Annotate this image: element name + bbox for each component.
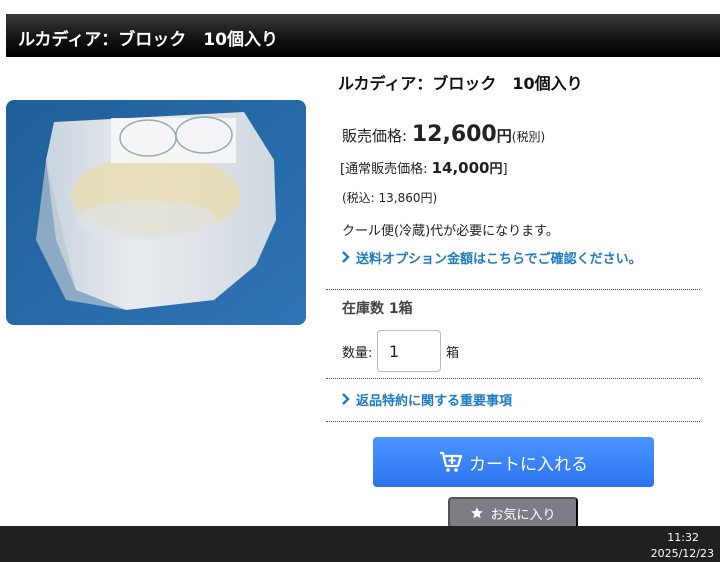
add-to-cart-button[interactable]: カートに入れる <box>373 437 654 487</box>
sale-price-label: 販売価格: <box>342 127 408 145</box>
page-title-bar: ルカディア：ブロック 10個入り <box>6 14 720 57</box>
divider <box>326 289 700 290</box>
sale-price: 販売価格: 12,600円(税別) <box>342 122 545 147</box>
sale-price-value: 12,600 <box>411 122 497 147</box>
regular-price-suffix: ] <box>502 162 508 177</box>
regular-price-value: 14,000 <box>431 159 490 177</box>
clock-time[interactable]: 11:32 <box>667 531 699 544</box>
regular-price-yen: 円 <box>489 162 503 177</box>
add-to-favorites-button[interactable]: お気に入り <box>448 497 578 529</box>
quantity-label: 数量: <box>342 346 373 361</box>
product-photo[interactable] <box>6 100 306 325</box>
return-policy-link[interactable]: 返品特約に関する重要事項 <box>340 390 512 409</box>
product-name: ルカディア：ブロック 10個入り <box>338 74 583 93</box>
add-to-cart-label: カートに入れる <box>469 454 588 474</box>
regular-price: [通常販売価格: 14,000円] <box>340 158 508 177</box>
tax-included-price: (税込: 13,860円) <box>342 191 438 205</box>
cart-plus-icon <box>440 451 463 472</box>
clock-date[interactable]: 2025/12/23 <box>651 547 714 560</box>
sale-price-tax-note: (税別) <box>511 130 546 144</box>
chevron-right-icon <box>342 393 350 405</box>
stock-count: 在庫数 1箱 <box>342 301 413 317</box>
chevron-right-icon <box>342 251 350 263</box>
quantity-input[interactable] <box>377 330 441 372</box>
shipping-options-link-text: 送料オプション金額はこちらでご確認ください。 <box>356 252 642 267</box>
cool-delivery-note: クール便(冷蔵)代が必要になります。 <box>342 224 559 239</box>
sale-price-yen: 円 <box>496 127 512 145</box>
star-icon <box>471 507 484 519</box>
quantity-unit: 箱 <box>446 346 460 361</box>
regular-price-prefix: [通常販売価格: <box>340 162 428 177</box>
return-policy-link-text: 返品特約に関する重要事項 <box>356 394 513 409</box>
shipping-options-link[interactable]: 送料オプション金額はこちらでご確認ください。 <box>340 248 642 267</box>
add-to-favorites-label: お気に入り <box>490 506 556 522</box>
page-title: ルカディア：ブロック 10個入り <box>18 30 278 50</box>
divider <box>326 378 700 379</box>
taskbar: 11:32 2025/12/23 <box>0 526 720 562</box>
divider <box>326 421 700 422</box>
